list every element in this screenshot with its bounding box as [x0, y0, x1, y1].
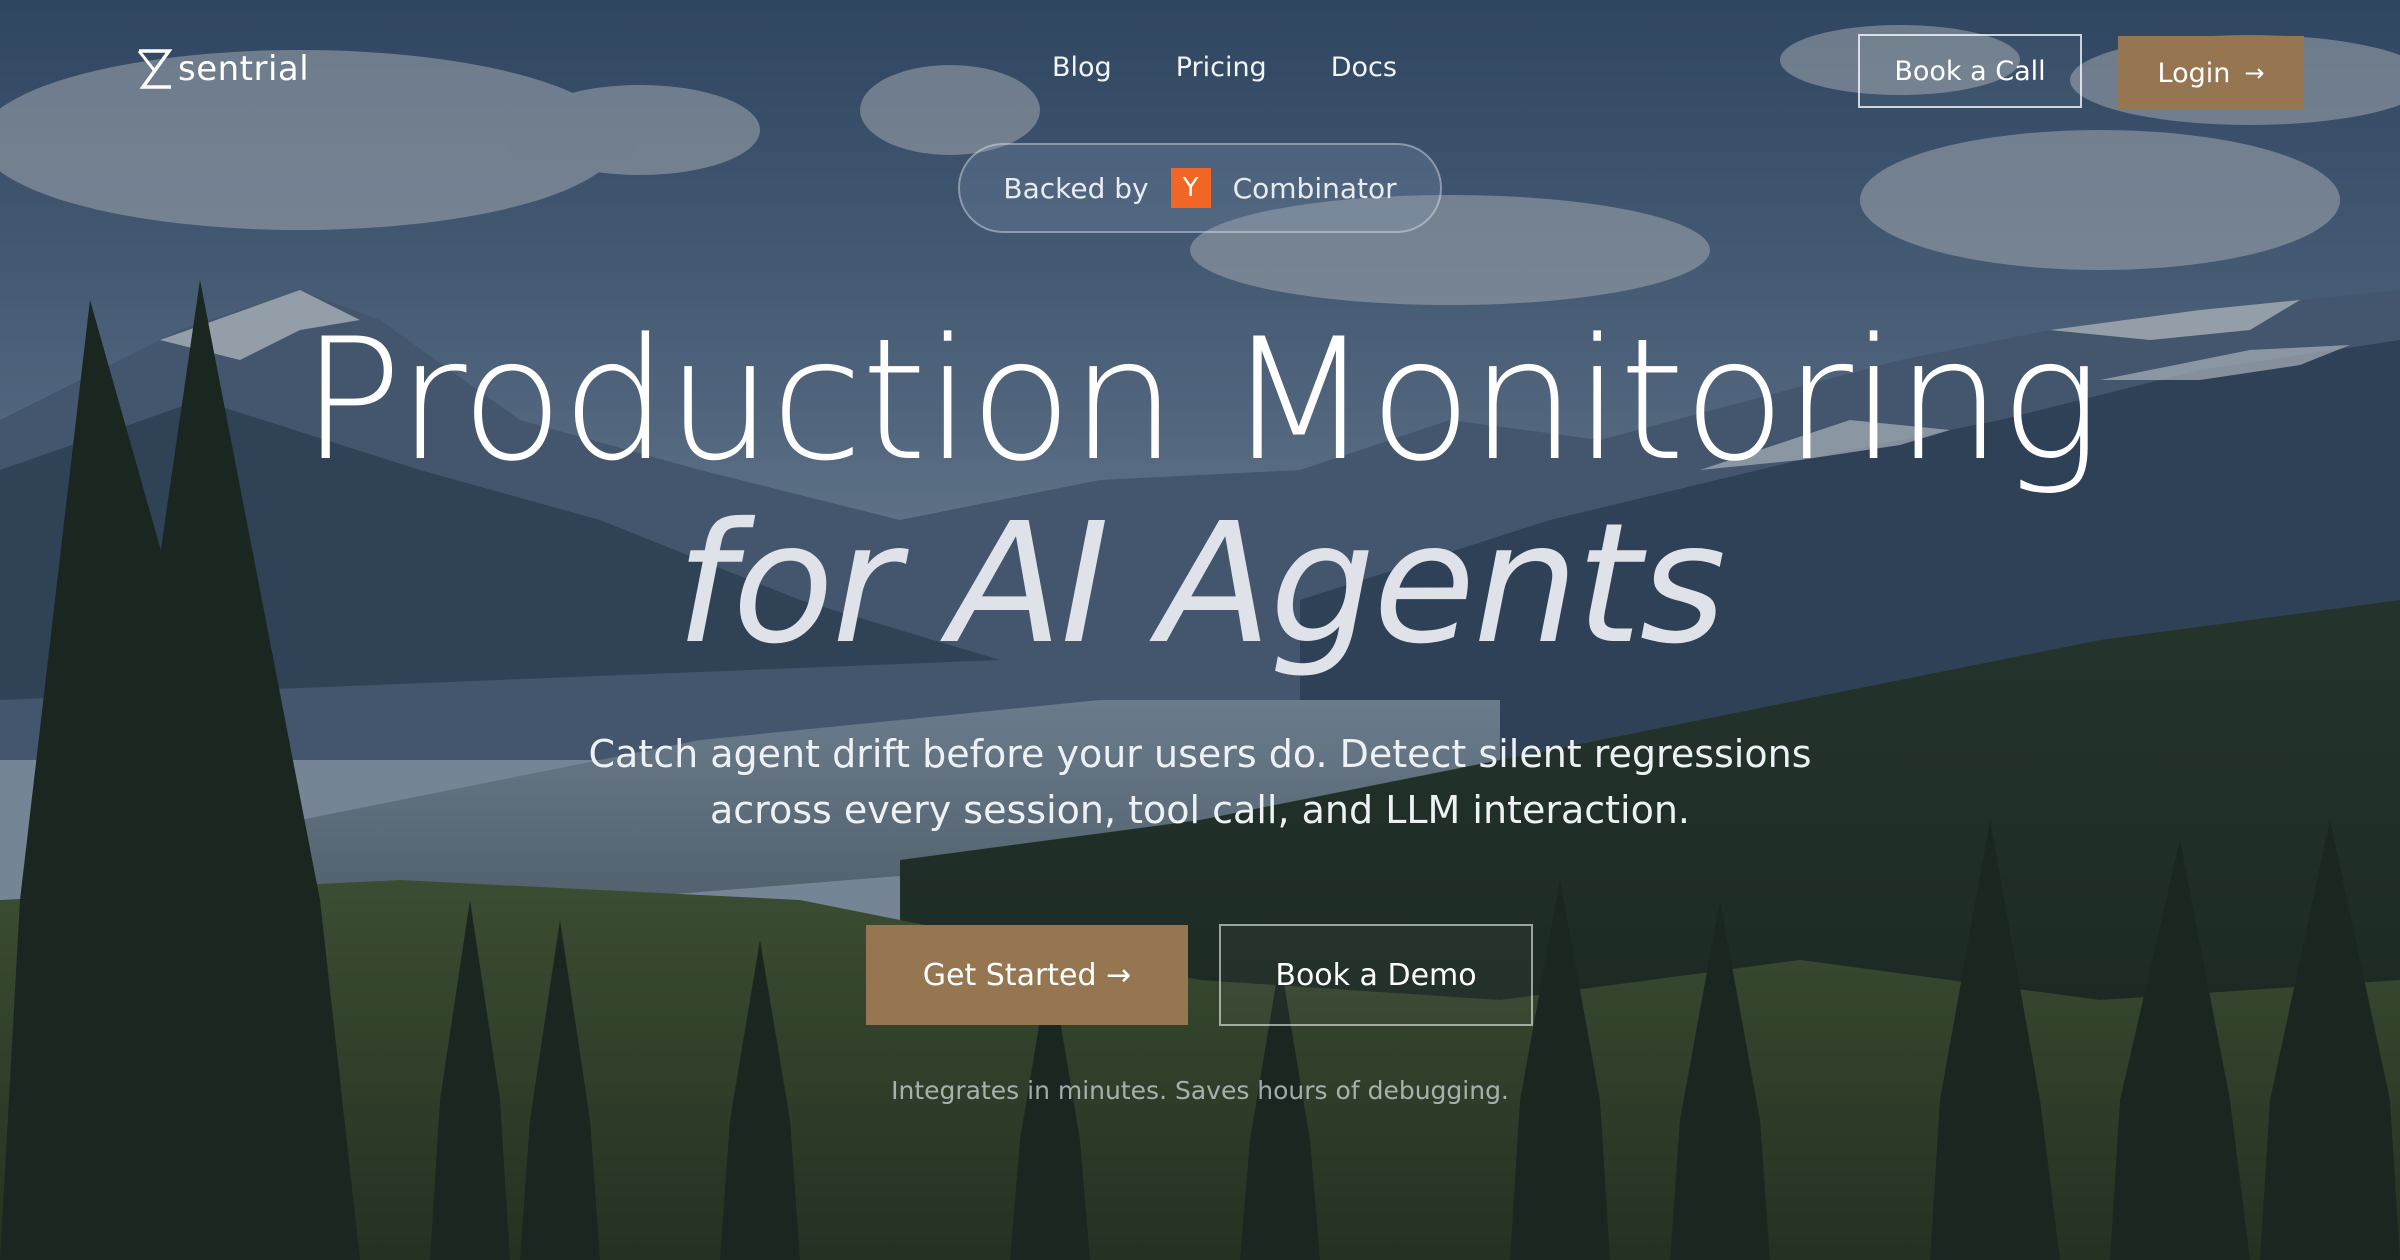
get-started-label: Get Started →: [922, 957, 1132, 993]
hero-subtext-line1: Catch agent drift before your users do. …: [588, 732, 1812, 776]
book-demo-button[interactable]: Book a Demo: [1219, 924, 1533, 1026]
top-navigation: Blog Pricing Docs: [1020, 52, 1429, 83]
book-call-button[interactable]: Book a Call: [1858, 34, 2082, 108]
nav-link-blog[interactable]: Blog: [1020, 52, 1144, 83]
brand-logo[interactable]: sentrial: [136, 48, 309, 90]
hero-section: sentrial Blog Pricing Docs Book a Call L…: [0, 0, 2400, 1260]
brand-name: sentrial: [178, 49, 310, 89]
nav-link-docs[interactable]: Docs: [1299, 52, 1429, 83]
hero-headline-line1: Production Monitoring: [301, 302, 2101, 498]
arrow-right-icon: →: [2244, 59, 2265, 87]
book-demo-label: Book a Demo: [1275, 957, 1477, 993]
nav-link-pricing[interactable]: Pricing: [1144, 52, 1299, 83]
backed-by-yc-badge: Backed by Y Combinator: [958, 143, 1442, 233]
hero-subtext: Catch agent drift before your users do. …: [500, 726, 1900, 838]
login-button[interactable]: Login →: [2118, 36, 2304, 110]
sentrial-logo-icon: [137, 49, 173, 89]
badge-prefix: Backed by: [1003, 171, 1149, 205]
hero-footnote: Integrates in minutes. Saves hours of de…: [891, 1076, 1509, 1105]
book-call-label: Book a Call: [1894, 55, 2046, 87]
login-label: Login: [2157, 57, 2231, 89]
hero-headline-line2: for AI Agents: [675, 488, 1726, 681]
y-combinator-logo-icon: Y: [1170, 168, 1211, 208]
get-started-button[interactable]: Get Started →: [866, 925, 1188, 1025]
badge-suffix: Combinator: [1232, 171, 1397, 205]
hero-subtext-line2: across every session, tool call, and LLM…: [709, 788, 1690, 832]
